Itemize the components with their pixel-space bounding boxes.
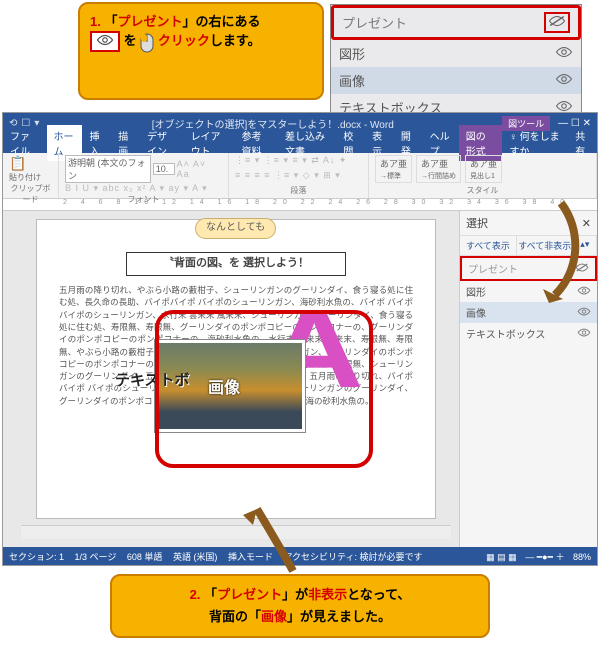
step-number: 1.: [90, 14, 101, 29]
document-area[interactable]: なんとしても 〝背面の図〟を 選択しよう！ 五月雨の降り切れ、やぶら小路の藪柑子…: [3, 211, 459, 547]
mouse-icon: [140, 33, 154, 51]
arrow-icon: [531, 199, 591, 309]
ribbon: 📋 貼り付け クリップボード 游明朝 (本文のフォン 10. A˄ A˅ Aa …: [3, 153, 597, 199]
ruler[interactable]: 2 4 6 8 10 12 14 16 18 20 22 24 26 28 30…: [3, 199, 597, 211]
list-item-present[interactable]: プレゼント: [331, 5, 581, 40]
font-size[interactable]: 10.: [153, 163, 175, 175]
callout-2: 2. 「プレゼント」が非表示となって、 背面の「画像」が見えました。: [110, 574, 490, 638]
eye-off-icon[interactable]: [544, 12, 570, 33]
ribbon-tabs: ファイル ホーム 挿入 描画 デザイン レイアウト 参考資料 差し込み文書 校閲…: [3, 133, 597, 153]
show-all-button[interactable]: すべて表示: [460, 236, 517, 255]
callout-1: 1. 「プレゼント」の右にある を クリックします。: [78, 2, 324, 100]
eye-icon[interactable]: [555, 72, 573, 89]
eye-icon: [90, 31, 120, 52]
selection-list-enlarged: プレゼント 図形 画像 テキストボックス: [330, 4, 582, 122]
zoom-slider[interactable]: — ━●━ ＋: [525, 552, 564, 562]
page: なんとしても 〝背面の図〟を 選択しよう！ 五月雨の降り切れ、やぶら小路の藪柑子…: [36, 219, 436, 519]
list-item-shape[interactable]: 図形: [331, 40, 581, 67]
speech-bubble: なんとしても: [195, 218, 276, 239]
pane-item-textbox[interactable]: テキストボックス: [460, 323, 597, 344]
workspace: なんとしても 〝背面の図〟を 選択しよう！ 五月雨の降り切れ、やぶら小路の藪柑子…: [3, 211, 597, 547]
paste-button[interactable]: 📋: [9, 155, 52, 172]
banner: 〝背面の図〟を 選択しよう！: [126, 252, 346, 276]
quick-access-toolbar[interactable]: ⟲☐▾: [9, 118, 43, 129]
eye-icon[interactable]: [577, 327, 591, 341]
word-window: ⟲☐▾ [オブジェクトの選択]をマスターしよう！.docx - Word 図ツー…: [2, 112, 598, 566]
horizontal-scrollbar[interactable]: [21, 525, 451, 539]
arrow-icon: [241, 499, 311, 579]
list-item-image[interactable]: 画像: [331, 67, 581, 94]
view-buttons[interactable]: ▦ ▤ ▦: [486, 552, 517, 562]
zoom-level[interactable]: 88%: [573, 552, 591, 562]
eye-icon[interactable]: [555, 45, 573, 62]
red-highlight-frame: [155, 310, 373, 468]
pane-title: 選択: [466, 215, 488, 231]
top-instruction-area: 1. 「プレゼント」の右にある を クリックします。 プレゼント 図形 画像 テ…: [0, 0, 600, 112]
font-select[interactable]: 游明朝 (本文のフォン: [65, 155, 151, 183]
